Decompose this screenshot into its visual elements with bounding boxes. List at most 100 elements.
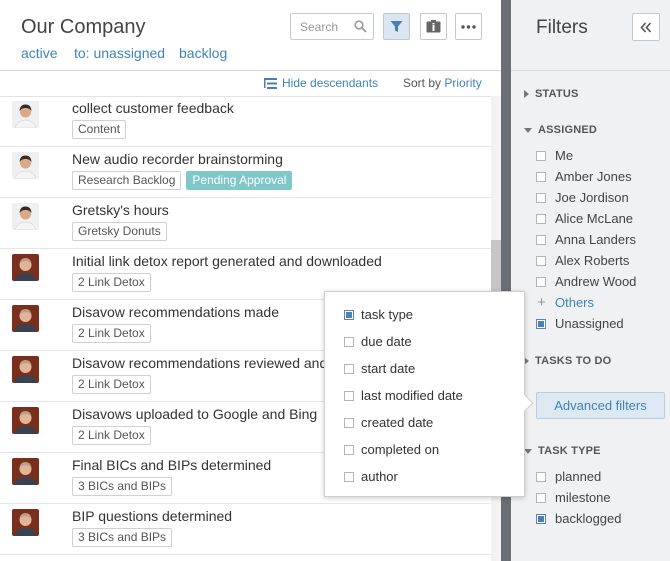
assigned-option[interactable]: Andrew Wood	[536, 274, 636, 289]
avatar	[12, 305, 39, 332]
column-option[interactable]: due date	[344, 334, 412, 349]
checkbox[interactable]	[536, 255, 546, 266]
project-tag[interactable]: 2 Link Detox	[72, 324, 151, 343]
avatar	[12, 356, 39, 383]
task-title[interactable]: Gretsky's hours	[72, 202, 169, 218]
column-option[interactable]: task type	[344, 307, 413, 322]
hide-descendants-toggle[interactable]: Hide descendants	[264, 76, 378, 90]
assigned-option[interactable]: Alice McLane	[536, 211, 633, 226]
filter-chip-backlog[interactable]: backlog	[179, 45, 227, 61]
checkbox[interactable]	[344, 417, 354, 428]
column-option[interactable]: start date	[344, 361, 415, 376]
project-tag[interactable]: Gretsky Donuts	[72, 222, 167, 241]
assigned-option[interactable]: Amber Jones	[536, 169, 632, 184]
task-title[interactable]: New audio recorder brainstorming	[72, 151, 283, 167]
option-label: created date	[361, 415, 434, 430]
search-input[interactable]	[291, 14, 353, 39]
assigned-option[interactable]: Alex Roberts	[536, 253, 629, 268]
task-title[interactable]: Disavow recommendations made	[72, 304, 279, 320]
checkbox[interactable]	[344, 444, 354, 455]
checkbox[interactable]	[536, 234, 546, 245]
checkbox[interactable]	[536, 276, 546, 287]
project-tag[interactable]: Content	[72, 120, 127, 139]
more-options-button[interactable]	[455, 13, 482, 40]
checkbox[interactable]	[536, 171, 546, 182]
checkbox[interactable]	[536, 150, 546, 161]
task-row[interactable]: New audio recorder brainstorming Research…	[0, 147, 491, 198]
option-label: Joe Jordison	[555, 190, 629, 205]
task-title[interactable]: Final BICs and BIPs determined	[72, 457, 271, 473]
page-title: Our Company	[21, 16, 146, 38]
assigned-unassigned[interactable]: Unassigned	[536, 316, 624, 331]
checkbox[interactable]	[536, 318, 546, 329]
task-tags: 3 BICs and BIPs	[72, 528, 173, 547]
double-chevron-left-icon	[640, 21, 652, 33]
task-title[interactable]: collect customer feedback	[72, 100, 234, 116]
task-tags: Content	[72, 120, 127, 139]
task-tags: 2 Link Detox	[72, 426, 151, 445]
project-tag[interactable]: 2 Link Detox	[72, 375, 151, 394]
filters-panel: Filters STATUS ASSIGNED Me Amber Jones Joe…	[511, 0, 670, 561]
checkbox[interactable]	[344, 336, 354, 347]
section-status[interactable]: STATUS	[524, 88, 579, 100]
checkbox[interactable]	[536, 213, 546, 224]
collapse-arrow-icon	[524, 448, 532, 454]
checkbox[interactable]	[536, 492, 546, 503]
assigned-option[interactable]: Me	[536, 148, 573, 163]
info-button[interactable]	[420, 13, 447, 40]
filter-chip-assignee[interactable]: to: unassigned	[74, 45, 165, 61]
option-label: author	[361, 469, 398, 484]
task-row[interactable]: Gretsky's hours Gretsky Donuts	[0, 198, 491, 249]
project-tag[interactable]: 2 Link Detox	[72, 426, 151, 445]
sort-by-label: Sort by	[403, 76, 442, 90]
checkbox[interactable]	[344, 363, 354, 374]
task-type-option[interactable]: milestone	[536, 490, 611, 505]
assigned-option[interactable]: Joe Jordison	[536, 190, 629, 205]
search-icon[interactable]	[354, 20, 367, 33]
column-option[interactable]: created date	[344, 415, 433, 430]
column-option[interactable]: completed on	[344, 442, 439, 457]
project-tag[interactable]: 3 BICs and BIPs	[72, 477, 173, 496]
task-title[interactable]: Disavow recommendations reviewed and	[72, 355, 327, 371]
option-label: Unassigned	[555, 316, 624, 331]
assigned-option[interactable]: Anna Landers	[536, 232, 636, 247]
status-badge[interactable]: Pending Approval	[186, 171, 293, 190]
column-option[interactable]: last modified date	[344, 388, 463, 403]
task-row[interactable]: collect customer feedback Content	[0, 96, 491, 147]
collapse-filters-button[interactable]	[632, 13, 660, 41]
hide-descendants-label: Hide descendants	[282, 76, 379, 90]
advanced-filters-button[interactable]: Advanced filters	[536, 392, 665, 419]
checkbox[interactable]	[344, 390, 354, 401]
project-tag[interactable]: 2 Link Detox	[72, 273, 151, 292]
column-option[interactable]: author	[344, 469, 398, 484]
checkbox[interactable]	[536, 192, 546, 203]
filter-chip-active[interactable]: active	[21, 45, 58, 61]
checkbox[interactable]	[536, 471, 546, 482]
checkbox[interactable]	[536, 513, 546, 524]
section-assigned-label: ASSIGNED	[538, 124, 598, 136]
task-row[interactable]: BIP questions determined 3 BICs and BIPs	[0, 504, 491, 555]
funnel-icon	[390, 21, 403, 32]
section-tasks-to-do[interactable]: TASKS TO DO	[524, 355, 611, 367]
project-tag[interactable]: Research Backlog	[72, 171, 182, 190]
avatar	[12, 203, 39, 230]
task-title[interactable]: Initial link detox report generated and …	[72, 253, 382, 269]
checkbox[interactable]	[344, 309, 354, 320]
option-label: due date	[361, 334, 412, 349]
assigned-others[interactable]: + Others	[536, 295, 595, 311]
others-label: Others	[555, 295, 595, 310]
project-tag[interactable]: 3 BICs and BIPs	[72, 528, 173, 547]
checkbox[interactable]	[344, 471, 354, 482]
option-label: Andrew Wood	[555, 274, 637, 289]
task-title[interactable]: Disavows uploaded to Google and Bing	[72, 406, 317, 422]
task-type-option[interactable]: backlogged	[536, 511, 622, 526]
task-title[interactable]: BIP questions determined	[72, 508, 232, 524]
section-task-type[interactable]: TASK TYPE	[524, 445, 601, 457]
option-label: milestone	[555, 490, 611, 505]
section-assigned[interactable]: ASSIGNED	[524, 124, 597, 136]
filter-button[interactable]	[383, 13, 410, 40]
task-tags: 2 Link Detox	[72, 375, 151, 394]
task-tags: 3 BICs and BIPs	[72, 477, 173, 496]
sort-by-value[interactable]: Priority	[444, 76, 481, 90]
task-type-option[interactable]: planned	[536, 469, 601, 484]
